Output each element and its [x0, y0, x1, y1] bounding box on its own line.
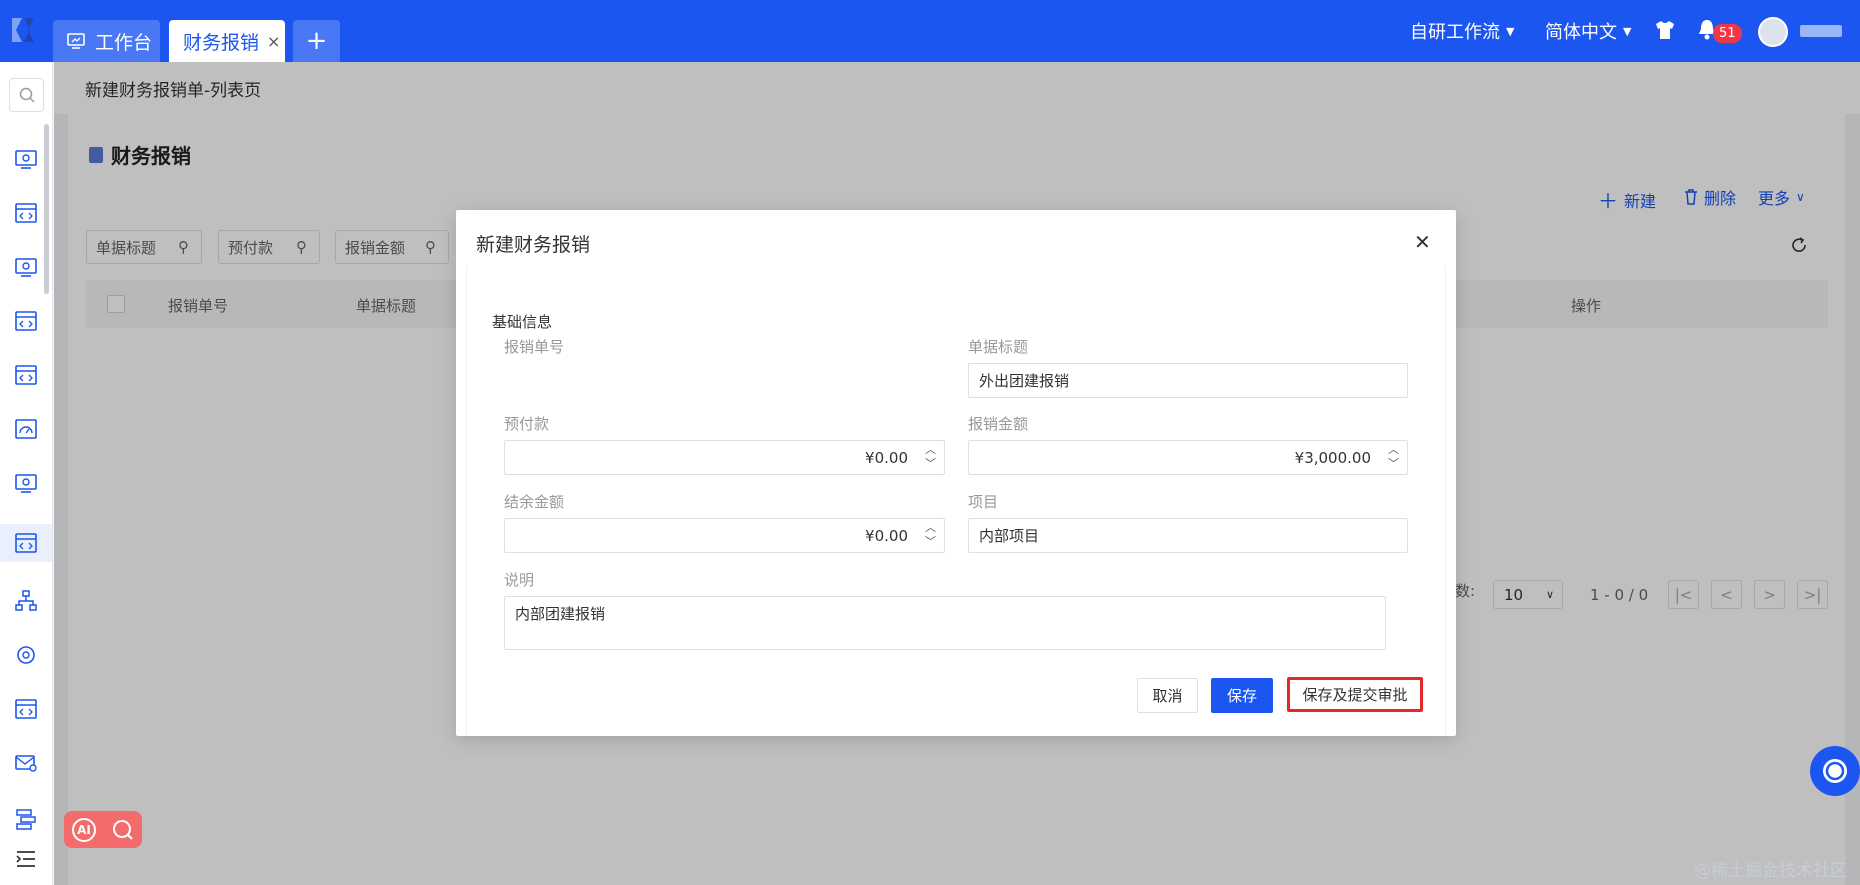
close-tab-icon[interactable]: ×	[267, 32, 280, 51]
add-tab-button[interactable]: +	[293, 20, 340, 62]
field-label: 报销单号	[504, 338, 565, 356]
amount-value: ¥3,000.00	[1294, 448, 1371, 467]
field-label: 预付款	[504, 415, 550, 433]
search-icon	[113, 819, 133, 840]
language-label: 简体中文	[1545, 22, 1617, 43]
field-label: 项目	[968, 493, 999, 511]
tab-finance-label: 财务报销	[183, 31, 260, 54]
number-stepper[interactable]: ︿ ﹀	[925, 521, 936, 549]
sidebar-code-window-icon[interactable]	[14, 532, 38, 554]
save-and-submit-button[interactable]: 保存及提交审批	[1287, 677, 1423, 712]
top-bar: 工作台 财务报销 × + 自研工作流 ▼ 简体中文 ▼ 51	[0, 0, 1860, 62]
close-icon[interactable]: ✕	[1414, 230, 1431, 254]
sidebar-code-window-icon[interactable]	[14, 364, 38, 386]
sidebar-gauge-icon[interactable]	[14, 418, 38, 440]
sidebar-mail-settings-icon[interactable]	[14, 752, 38, 774]
avatar[interactable]	[1758, 17, 1788, 47]
sidebar	[0, 62, 53, 885]
doc-title-input[interactable]: 外出团建报销	[968, 363, 1408, 398]
number-stepper[interactable]: ︿ ﹀	[1388, 443, 1399, 471]
balance-value: ¥0.00	[865, 526, 908, 545]
number-stepper[interactable]: ︿ ﹀	[925, 443, 936, 471]
project-input[interactable]: 内部项目	[968, 518, 1408, 553]
field-label: 单据标题	[968, 338, 1029, 356]
sidebar-search-button[interactable]	[9, 78, 44, 112]
notification-count-badge: 51	[1713, 24, 1742, 43]
sidebar-org-chart-icon[interactable]	[14, 590, 38, 612]
sidebar-monitor-icon[interactable]	[14, 256, 38, 278]
section-title: 基础信息	[492, 313, 553, 331]
sidebar-code-window-icon[interactable]	[14, 202, 38, 224]
theme-shirt-icon[interactable]	[1654, 20, 1676, 40]
help-chat-icon[interactable]	[1810, 746, 1860, 796]
dialog-body	[466, 266, 1446, 736]
sidebar-monitor-icon[interactable]	[14, 148, 38, 170]
dialog-title: 新建财务报销	[476, 234, 591, 256]
workflow-dropdown[interactable]: 自研工作流 ▼	[1410, 18, 1514, 44]
workflow-label: 自研工作流	[1410, 22, 1500, 43]
sidebar-code-window-icon[interactable]	[14, 698, 38, 720]
language-dropdown[interactable]: 简体中文 ▼	[1545, 18, 1631, 44]
app-logo-icon[interactable]	[8, 14, 38, 46]
prepaid-input[interactable]: ¥0.00 ︿ ﹀	[504, 440, 945, 475]
amount-input[interactable]: ¥3,000.00 ︿ ﹀	[968, 440, 1408, 475]
monitor-icon	[67, 33, 85, 49]
ai-icon: AI	[72, 817, 96, 842]
sidebar-monitor-icon[interactable]	[14, 472, 38, 494]
tab-workbench[interactable]: 工作台	[53, 20, 160, 62]
new-reimbursement-dialog: 新建财务报销 ✕ 基础信息 报销单号 单据标题 外出团建报销 预付款 ¥0.00…	[456, 210, 1456, 736]
balance-input[interactable]: ¥0.00 ︿ ﹀	[504, 518, 945, 553]
chat-bubble-icon	[1823, 759, 1847, 783]
cancel-button[interactable]: 取消	[1137, 678, 1198, 713]
sidebar-scrollbar[interactable]	[44, 124, 49, 294]
prepaid-value: ¥0.00	[865, 448, 908, 467]
description-textarea[interactable]: 内部团建报销	[504, 596, 1386, 650]
field-label: 报销金额	[968, 415, 1029, 433]
ai-assistant-widget[interactable]: AI	[64, 811, 142, 848]
sidebar-code-window-icon[interactable]	[14, 310, 38, 332]
search-icon	[19, 87, 35, 103]
chevron-down-icon: ▼	[1623, 24, 1632, 38]
sidebar-cycle-icon[interactable]	[14, 644, 38, 666]
sidebar-layers-icon[interactable]	[14, 808, 38, 830]
chevron-down-icon: ▼	[1506, 24, 1515, 38]
field-label: 结余金额	[504, 493, 565, 511]
username-placeholder[interactable]	[1800, 25, 1842, 37]
tab-finance-reimbursement[interactable]: 财务报销 ×	[169, 20, 285, 62]
tab-workbench-label: 工作台	[95, 31, 153, 54]
field-label: 说明	[504, 571, 535, 589]
menu-collapse-icon[interactable]	[14, 848, 38, 870]
watermark: @稀土掘金技术社区	[1694, 861, 1847, 881]
save-button[interactable]: 保存	[1211, 678, 1273, 713]
